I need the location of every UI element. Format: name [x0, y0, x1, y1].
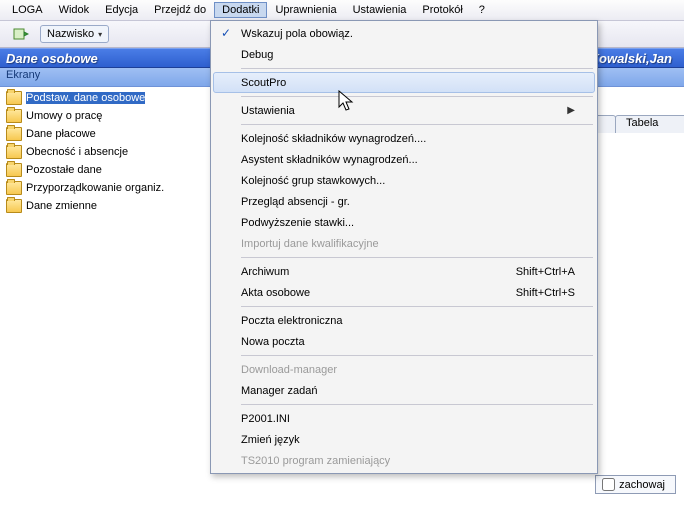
folder-icon [6, 181, 22, 195]
menu-item-label: Download-manager [241, 364, 575, 376]
tree-item-label: Obecność i absencje [26, 146, 128, 158]
menu-item[interactable]: ScoutPro [213, 72, 595, 93]
menu-item-label: Przegląd absencji - gr. [241, 196, 575, 208]
tree-item-label: Podstaw. dane osobowe [26, 92, 145, 104]
menu-item-label: Debug [241, 49, 575, 61]
menu-item-label: Kolejność grup stawkowych... [241, 175, 575, 187]
menu-separator [241, 96, 593, 97]
toolbar-nav-button[interactable] [6, 23, 36, 45]
menu-separator [241, 355, 593, 356]
menu-item[interactable]: Zmień język [213, 429, 595, 450]
zachowaj-label: zachowaj [619, 479, 665, 491]
menu-protokol[interactable]: Protokół [414, 2, 470, 18]
menu-item-label: Wskazuj pola obowiąz. [241, 28, 575, 40]
menu-ustawienia[interactable]: Ustawienia [345, 2, 415, 18]
menu-uprawnienia[interactable]: Uprawnienia [267, 2, 344, 18]
submenu-arrow-icon: ▶ [567, 105, 575, 116]
menu-item[interactable]: ✓ Wskazuj pola obowiąz. [213, 23, 595, 44]
menu-item-label: Podwyższenie stawki... [241, 217, 575, 229]
zachowaj-checkbox[interactable]: zachowaj [595, 475, 676, 494]
menu-przejdz-do[interactable]: Przejdź do [146, 2, 214, 18]
menu-item-label: Archiwum [241, 266, 516, 278]
menu-item-label: Asystent składników wynagrodzeń... [241, 154, 575, 166]
nav-icon [13, 26, 29, 42]
menu-item[interactable]: Przegląd absencji - gr. [213, 191, 595, 212]
menu-item-shortcut: Shift+Ctrl+S [516, 287, 575, 299]
tree-item-label: Dane zmienne [26, 200, 97, 212]
folder-icon [6, 163, 22, 177]
menu-separator [241, 68, 593, 69]
menu-item[interactable]: Manager zadań [213, 380, 595, 401]
menu-item-label: Poczta elektroniczna [241, 315, 575, 327]
menu-item-label: TS2010 program zamieniający [241, 455, 575, 467]
tree-item-label: Przyporządkowanie organiz. [26, 182, 164, 194]
dodatki-dropdown: ✓ Wskazuj pola obowiąz. Debug ScoutPro Ustaw… [210, 20, 598, 474]
tree-item[interactable]: Dane płacowe [2, 125, 212, 143]
menu-item-label: Nowa poczta [241, 336, 575, 348]
menu-item-shortcut: Shift+Ctrl+A [516, 266, 575, 278]
menu-edycja[interactable]: Edycja [97, 2, 146, 18]
menu-loga[interactable]: LOGA [4, 2, 51, 18]
menu-item[interactable]: Debug [213, 44, 595, 65]
menu-dodatki[interactable]: Dodatki [214, 2, 267, 18]
menu-separator [241, 257, 593, 258]
tree-item[interactable]: Dane zmienne [2, 197, 212, 215]
folder-icon [6, 127, 22, 141]
tree-item[interactable]: Obecność i absencje [2, 143, 212, 161]
tree-item[interactable]: Umowy o pracę [2, 107, 212, 125]
tree-item-label: Umowy o pracę [26, 110, 102, 122]
menu-item-label: Akta osobowe [241, 287, 516, 299]
menu-item[interactable]: Kolejność grup stawkowych... [213, 170, 595, 191]
menu-item[interactable]: ArchiwumShift+Ctrl+A [213, 261, 595, 282]
menu-item-label: P2001.INI [241, 413, 575, 425]
menu-item[interactable]: Nowa poczta [213, 331, 595, 352]
menu-item-label: Importuj dane kwalifikacyjne [241, 238, 575, 250]
folder-icon [6, 145, 22, 159]
folder-icon [6, 91, 22, 105]
folder-icon [6, 109, 22, 123]
menu-item: Importuj dane kwalifikacyjne [213, 233, 595, 254]
menu-separator [241, 124, 593, 125]
check-icon: ✓ [219, 26, 233, 40]
menu-item[interactable]: P2001.INI [213, 408, 595, 429]
menu-item-label: ScoutPro [241, 77, 575, 89]
tree-item[interactable]: Pozostałe dane [2, 161, 212, 179]
menu-item[interactable]: Podwyższenie stawki... [213, 212, 595, 233]
chevron-down-icon: ▾ [98, 30, 102, 39]
menu-item[interactable]: Akta osoboweShift+Ctrl+S [213, 282, 595, 303]
menu-separator [241, 404, 593, 405]
menu-item: Download-manager [213, 359, 595, 380]
tree-item-label: Dane płacowe [26, 128, 96, 140]
menu-item-label: Ustawienia [241, 105, 567, 117]
header-title: Dane osobowe [6, 51, 98, 66]
menu-item-label: Kolejność składników wynagrodzeń.... [241, 133, 575, 145]
tree-item[interactable]: Przyporządkowanie organiz. [2, 179, 212, 197]
menu-item: TS2010 program zamieniający [213, 450, 595, 471]
menubar: LOGA Widok Edycja Przejdź do Dodatki Upr… [0, 0, 684, 21]
toolbar-combo-label: Nazwisko [47, 28, 94, 40]
tab-tabela[interactable]: Tabela [615, 115, 684, 133]
menu-item[interactable]: Kolejność składników wynagrodzeń.... [213, 128, 595, 149]
menu-item-label: Zmień język [241, 434, 575, 446]
header-person: Kowalski,Jan [590, 51, 678, 66]
tree-item-label: Pozostałe dane [26, 164, 102, 176]
menu-item-label: Manager zadań [241, 385, 575, 397]
folder-icon [6, 199, 22, 213]
tree-item[interactable]: Podstaw. dane osobowe [2, 89, 212, 107]
menu-help[interactable]: ? [471, 2, 493, 18]
toolbar-name-combo[interactable]: Nazwisko ▾ [40, 25, 109, 43]
menu-item[interactable]: Ustawienia▶ [213, 100, 595, 121]
menu-item[interactable]: Asystent składników wynagrodzeń... [213, 149, 595, 170]
menu-separator [241, 306, 593, 307]
menu-item[interactable]: Poczta elektroniczna [213, 310, 595, 331]
nav-tree: Podstaw. dane osobowe Umowy o pracę Dane p… [0, 87, 214, 505]
zachowaj-input[interactable] [602, 478, 615, 491]
menu-widok[interactable]: Widok [51, 2, 98, 18]
